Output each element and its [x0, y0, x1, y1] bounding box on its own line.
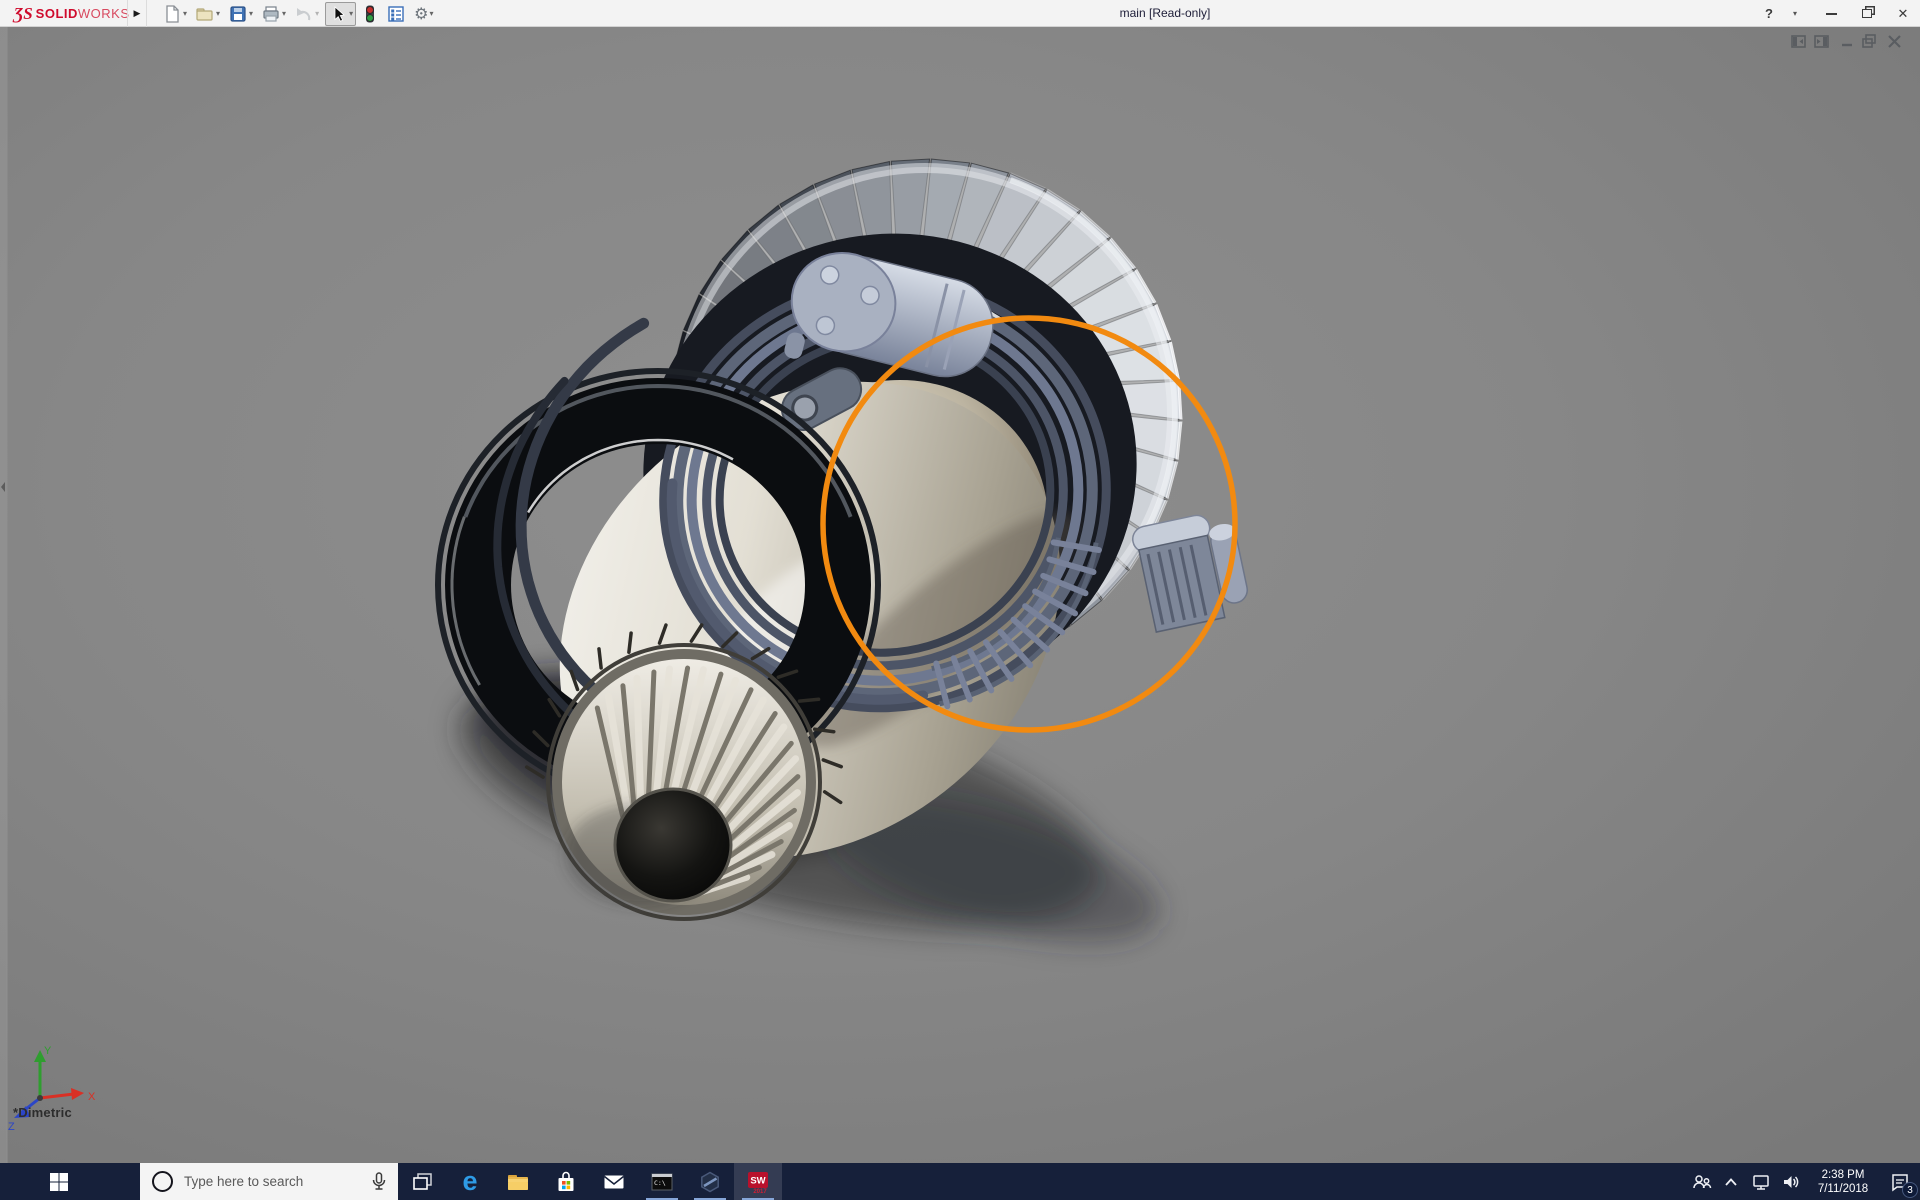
title-bar: ƷS SOLID WORKS ▶ ▾ ▾ ▾	[0, 0, 1920, 27]
open-folder-icon	[195, 4, 215, 24]
speaker-icon	[1780, 1171, 1802, 1193]
nozzle-bore-hole	[615, 789, 731, 901]
people-icon	[1690, 1171, 1712, 1193]
mail-icon	[602, 1170, 626, 1194]
action-center-button[interactable]: 3	[1880, 1163, 1920, 1200]
print-button[interactable]: ▾	[259, 2, 288, 26]
svg-text:C:\: C:\	[654, 1179, 666, 1187]
windows-taskbar: Type here to search e	[0, 1163, 1920, 1200]
taskbar-app-edge[interactable]: e	[446, 1163, 494, 1200]
tray-overflow-button[interactable]	[1716, 1163, 1746, 1200]
select-tool-button[interactable]: ▾	[325, 2, 356, 26]
hexagon-tool-icon	[698, 1170, 722, 1194]
viewport-3d[interactable]: Y X Z	[0, 0, 1920, 1200]
collapsed-panel-strip[interactable]	[0, 27, 7, 1163]
window-controls: ? ▾ ✕	[1758, 0, 1914, 27]
task-view-icon	[411, 1171, 433, 1193]
triad-y-label: Y	[44, 1045, 52, 1057]
undo-arrow-icon	[294, 4, 314, 24]
rebuild-button[interactable]	[360, 2, 380, 26]
printer-icon	[261, 4, 281, 24]
brand-glyph: ƷS	[14, 4, 33, 24]
cortana-icon	[152, 1171, 173, 1192]
windows-logo-icon	[49, 1172, 69, 1192]
save-floppy-icon	[228, 4, 248, 24]
file-properties-button[interactable]	[384, 2, 408, 26]
notification-badge: 3	[1902, 1182, 1918, 1198]
help-dropdown-caret[interactable]: ▾	[1784, 4, 1806, 24]
volume-button[interactable]	[1776, 1163, 1806, 1200]
taskbar-app-store[interactable]	[542, 1163, 590, 1200]
taskbar-app-command-prompt[interactable]: C:\	[638, 1163, 686, 1200]
edge-icon: e	[462, 1168, 477, 1195]
brand-solid: SOLID	[36, 6, 78, 21]
taskbar-app-solidworks[interactable]: SW 2017	[734, 1163, 782, 1200]
solidworks-app-icon: SW 2017	[746, 1170, 770, 1194]
network-icon	[1750, 1171, 1772, 1193]
taskbar-clock[interactable]: 2:38 PM 7/11/2018	[1810, 1168, 1876, 1196]
new-document-icon	[162, 4, 182, 24]
microphone-icon[interactable]	[370, 1171, 388, 1193]
triad-x-label: X	[88, 1091, 96, 1103]
restore-button[interactable]	[1856, 4, 1878, 24]
select-cursor-icon	[328, 4, 348, 24]
people-button[interactable]	[1686, 1163, 1716, 1200]
svg-text:SW: SW	[750, 1175, 765, 1186]
taskbar-app-hexagon-tool[interactable]	[686, 1163, 734, 1200]
options-button[interactable]: ⚙ ▾	[412, 2, 435, 26]
search-placeholder: Type here to search	[184, 1174, 303, 1189]
document-title: main [Read-only]	[1040, 0, 1290, 27]
taskbar-apps: e	[398, 1163, 782, 1200]
undo-button[interactable]: ▾	[292, 2, 321, 26]
triad-z-label: Z	[8, 1121, 15, 1133]
main-toolbar: ▾ ▾ ▾ ▾ ▾	[160, 0, 439, 27]
file-properties-icon	[386, 4, 406, 24]
taskbar-app-file-explorer[interactable]	[494, 1163, 542, 1200]
traffic-light-icon	[362, 4, 378, 24]
taskbar-app-mail[interactable]	[590, 1163, 638, 1200]
open-document-button[interactable]: ▾	[193, 2, 222, 26]
start-button[interactable]	[0, 1163, 118, 1200]
help-button[interactable]: ?	[1758, 4, 1780, 24]
task-view-button[interactable]	[398, 1163, 446, 1200]
store-icon	[554, 1170, 578, 1194]
network-button[interactable]	[1746, 1163, 1776, 1200]
svg-text:2017: 2017	[753, 1189, 767, 1194]
chevron-up-icon	[1722, 1173, 1740, 1191]
command-prompt-icon: C:\	[650, 1170, 674, 1194]
brand-works: WORKS	[78, 6, 130, 21]
menu-flyout-button[interactable]: ▶	[127, 0, 147, 27]
save-button[interactable]: ▾	[226, 2, 255, 26]
solidworks-logo: ƷS SOLID WORKS	[14, 0, 130, 27]
gear-icon: ⚙	[414, 4, 428, 24]
clock-date: 7/11/2018	[1810, 1182, 1876, 1196]
taskbar-search-input[interactable]: Type here to search	[140, 1163, 398, 1200]
system-tray: 2:38 PM 7/11/2018 3	[1686, 1163, 1920, 1200]
view-orientation-label: *Dimetric	[13, 1105, 72, 1120]
new-document-button[interactable]: ▾	[160, 2, 189, 26]
flyout-arrow-icon: ▶	[134, 8, 141, 19]
file-explorer-icon	[506, 1170, 530, 1194]
close-button[interactable]: ✕	[1892, 4, 1914, 24]
minimize-button[interactable]	[1820, 4, 1842, 24]
clock-time: 2:38 PM	[1810, 1168, 1876, 1182]
